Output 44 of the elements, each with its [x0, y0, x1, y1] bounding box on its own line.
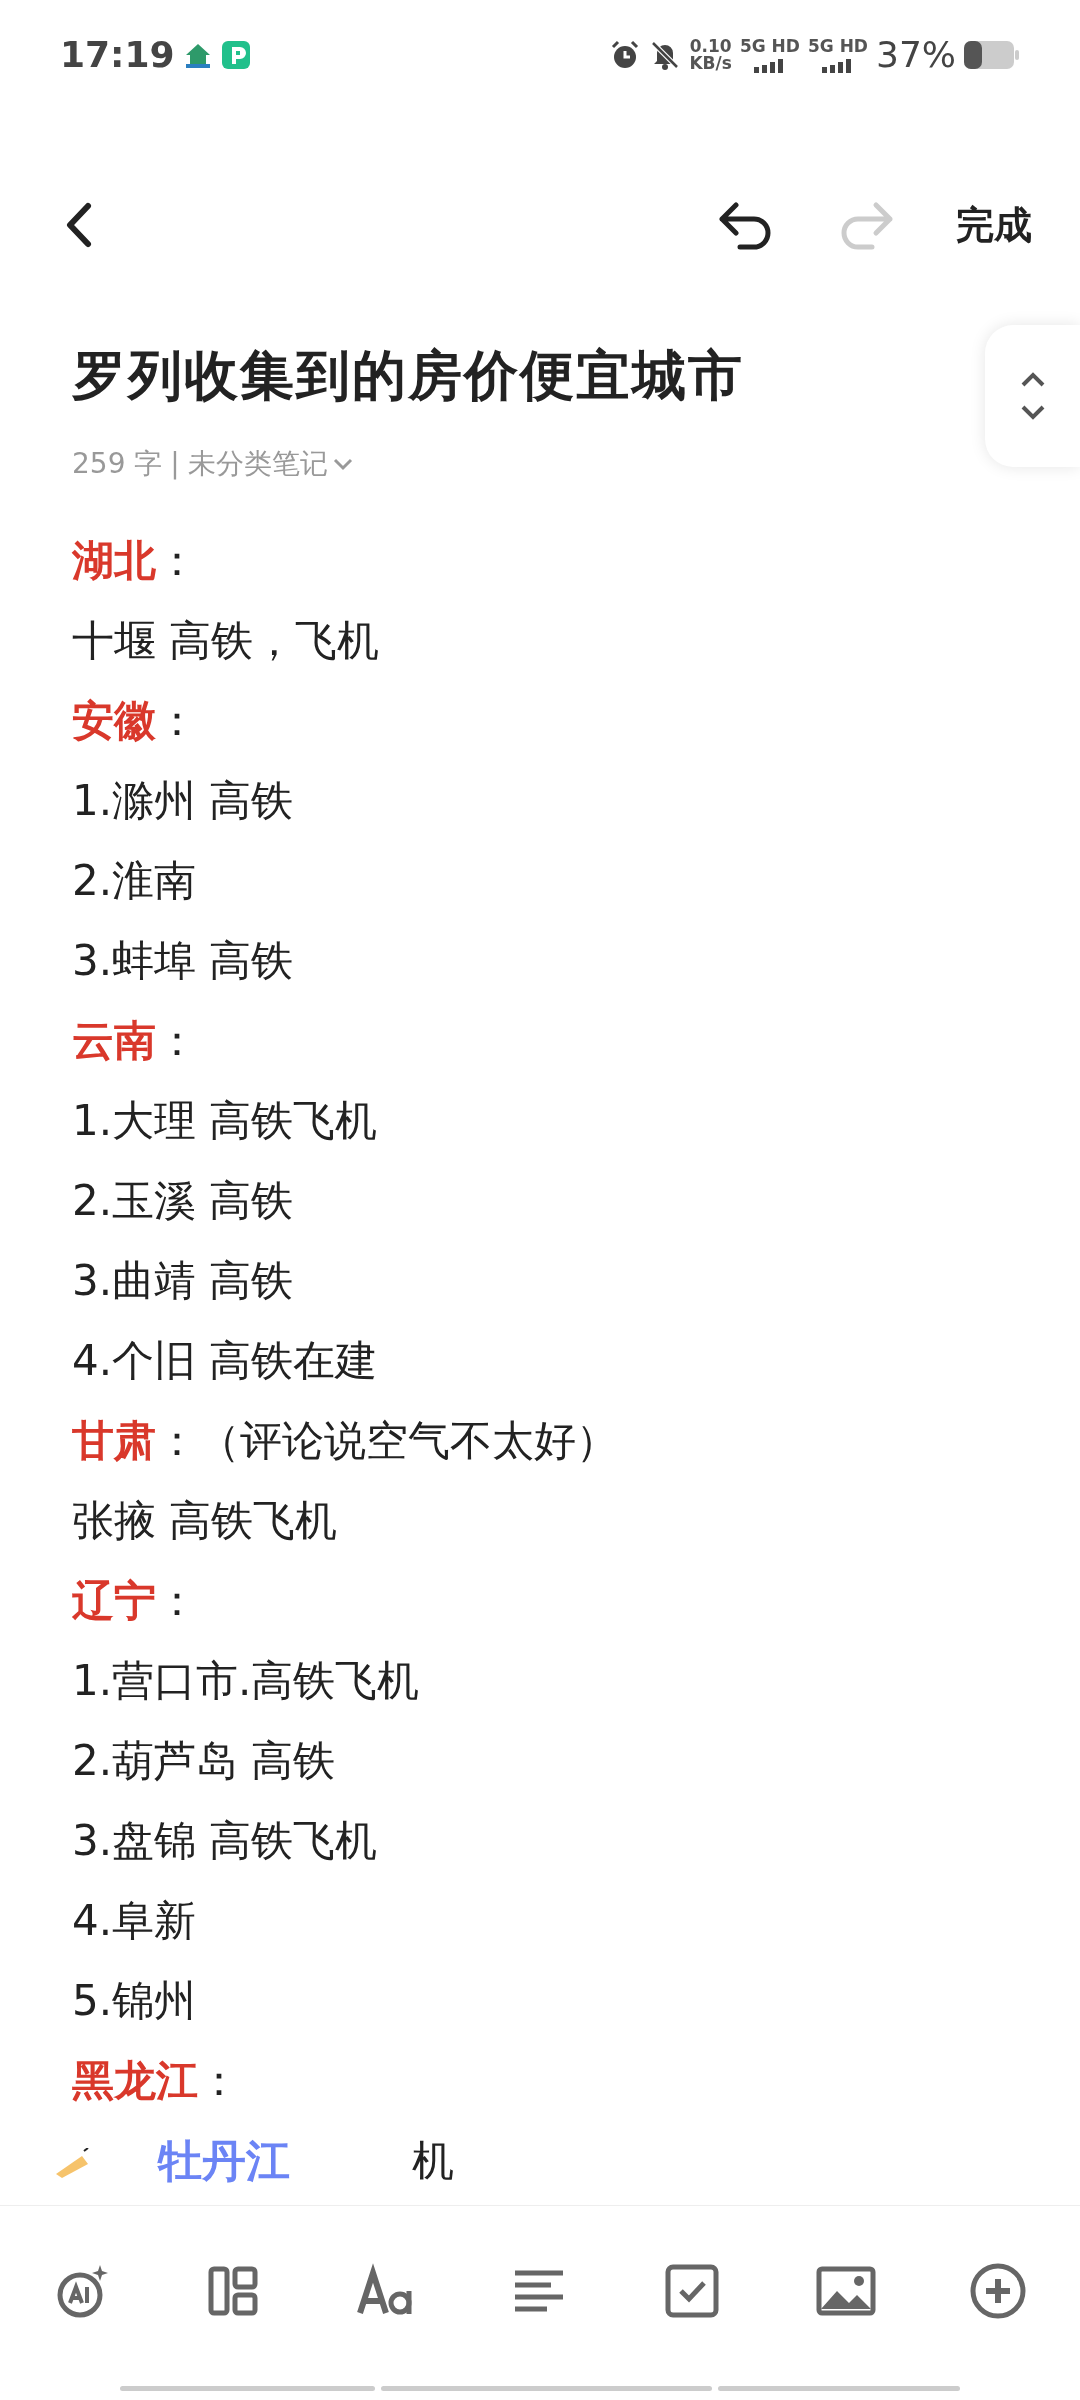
text-line: 4.阜新: [72, 1894, 198, 1947]
done-button[interactable]: 完成: [956, 196, 1032, 254]
section-heading: 云南: [72, 1015, 156, 1065]
separator: |: [170, 445, 180, 482]
chevron-up-icon[interactable]: [1019, 372, 1046, 388]
network-type: 5G HD: [807, 37, 868, 55]
clock-time: 17:19: [60, 33, 175, 77]
app-icon: [220, 40, 251, 70]
heading-note: ：: [156, 1575, 198, 1625]
section-heading: 安徽: [72, 695, 156, 745]
section-heading: 甘肃: [72, 1415, 156, 1465]
text-line: 十堰 高铁，飞机: [72, 614, 381, 667]
text-line: 3.蚌埠 高铁: [72, 934, 295, 987]
text-line: 机: [412, 2135, 454, 2185]
text-line: 2.淮南: [72, 854, 198, 907]
heading-note: ：（评论说空气不太好）: [156, 1415, 618, 1465]
section-heading: 辽宁: [72, 1575, 156, 1625]
chevron-down-icon: [331, 456, 354, 471]
section-heading: 黑龙江: [72, 2055, 198, 2105]
heading-note: ：: [156, 535, 198, 585]
text-line: 1.滁州 高铁: [72, 774, 295, 827]
text-line: 3.盘锦 高铁飞机: [72, 1814, 379, 1867]
network-speed: 0.10: [689, 38, 732, 55]
text-line: 5.锦州: [72, 1974, 198, 2027]
battery-icon: [964, 41, 1020, 69]
network-type: 5G HD: [739, 37, 800, 55]
heading-note: ：: [156, 695, 198, 745]
text-line: 2.葫芦岛 高铁: [72, 1734, 337, 1787]
text-line: 张掖 高铁飞机: [72, 1494, 339, 1547]
text-line: 2.玉溪 高铁: [72, 1174, 295, 1227]
text-line: 4.个旧 高铁在建: [72, 1334, 379, 1387]
heading-note: ：: [156, 1015, 198, 1065]
chevron-down-icon[interactable]: [1019, 404, 1046, 420]
battery-percent: 37%: [876, 33, 956, 77]
text-line: 1.大理 高铁飞机: [72, 1094, 379, 1147]
section-heading: 湖北: [72, 535, 156, 585]
suggestion-text[interactable]: 牡丹江: [158, 2125, 290, 2196]
speed-unit: KB/s: [689, 55, 732, 72]
heading-note: ：: [198, 2055, 240, 2105]
text-line: 1.营口市.高铁飞机: [72, 1654, 421, 1707]
text-line: 3.曲靖 高铁: [72, 1254, 295, 1307]
note-title: 罗列收集到的房价便宜城市: [71, 344, 745, 409]
category-dropdown[interactable]: 未分类笔记: [187, 442, 354, 485]
word-count: 259 字: [72, 445, 163, 482]
